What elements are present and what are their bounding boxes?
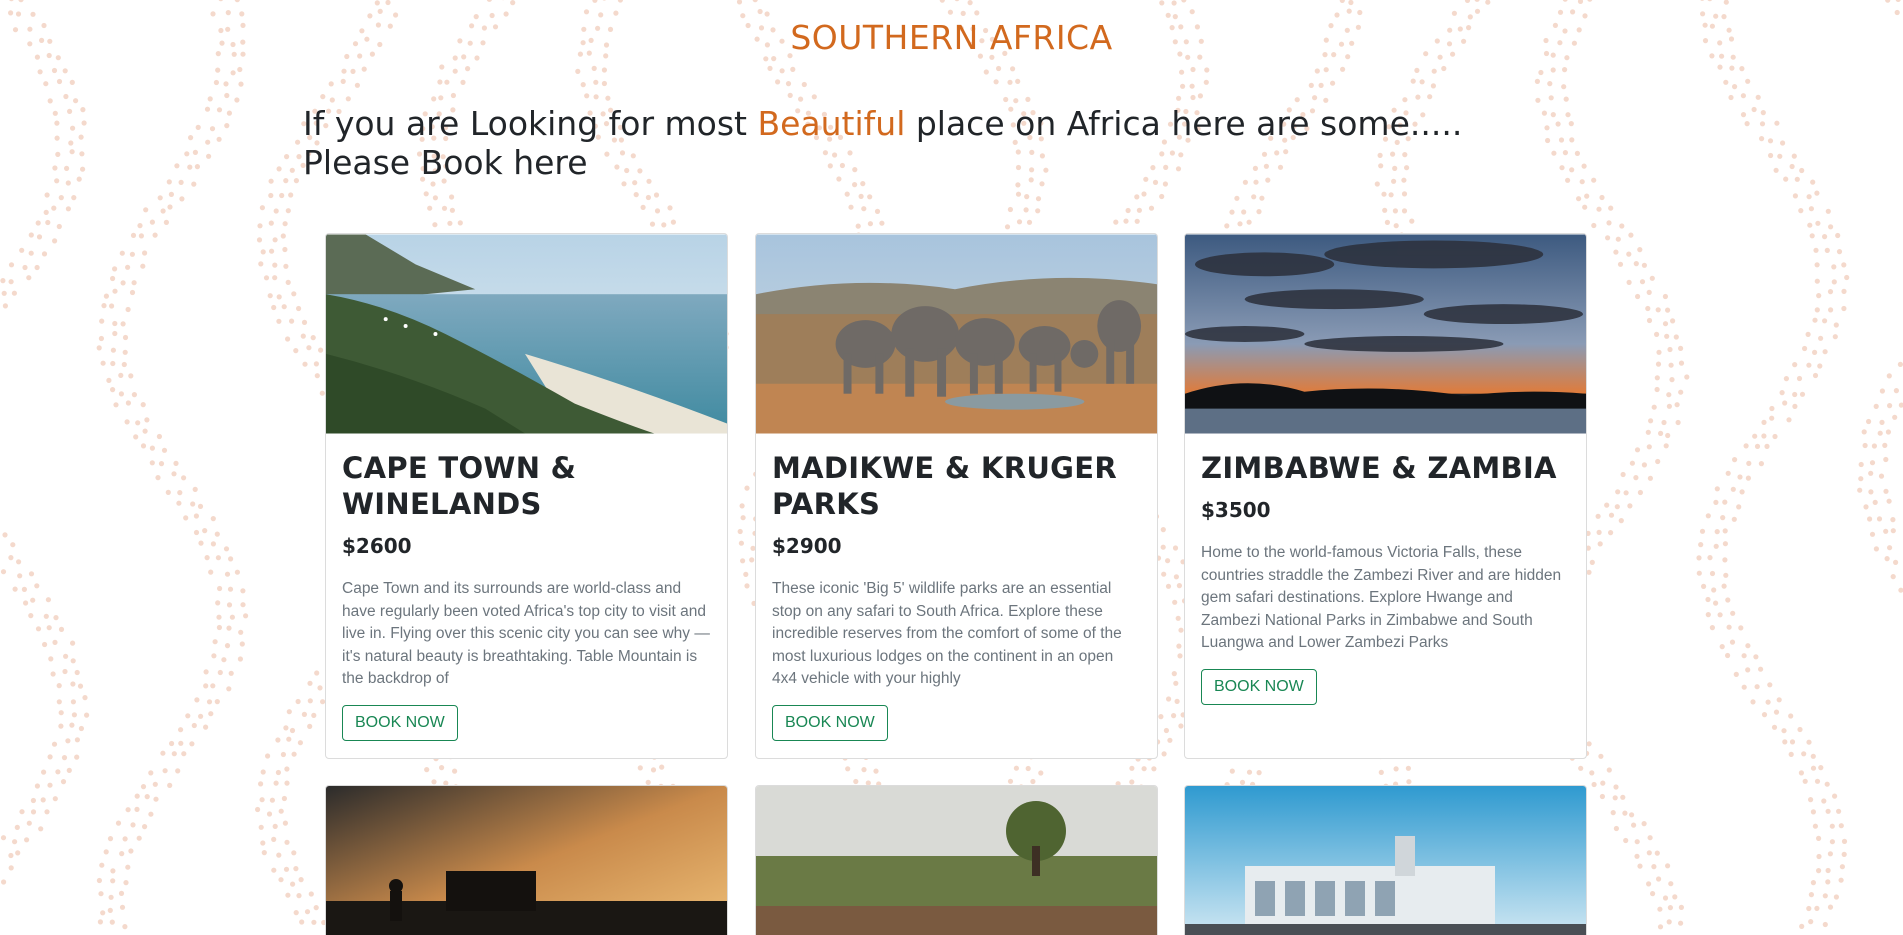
card-description: These iconic 'Big 5' wildlife parks are … (772, 580, 1122, 687)
safari-vehicle-sunset-image (326, 786, 727, 935)
tour-card-cape-town: CAPE TOWN & WINELANDS $2600 Cape Town an… (325, 233, 728, 759)
book-now-button[interactable]: BOOK NOW (342, 705, 458, 741)
region-title: SOUTHERN AFRICA (790, 18, 1113, 57)
card-price: $3500 (1201, 498, 1271, 522)
tagline: If you are Looking for most Beautiful pl… (303, 104, 1563, 182)
card-title: MADIKWE & KRUGER PARKS (772, 451, 1118, 521)
car-dealership-image (1185, 786, 1586, 935)
card-price: $2600 (342, 534, 412, 558)
card-description: Home to the world-famous Victoria Falls,… (1201, 544, 1562, 651)
card-description: Cape Town and its surrounds are world-cl… (342, 580, 710, 687)
tour-card-zimbabwe-zambia: ZIMBABWE & ZAMBIA $3500 Home to the worl… (1184, 233, 1587, 759)
savanna-landscape-image (756, 786, 1157, 935)
card-title: CAPE TOWN & WINELANDS (342, 451, 577, 521)
zambezi-sunset-image (1185, 234, 1586, 434)
tagline-highlight: Beautiful (757, 104, 906, 143)
tour-card-safari-sunset (325, 785, 728, 935)
page: SOUTHERN AFRICA If you are Looking for m… (0, 0, 1903, 935)
tour-card-car-dealership (1184, 785, 1587, 935)
card-title: ZIMBABWE & ZAMBIA (1201, 451, 1557, 485)
book-now-button[interactable]: BOOK NOW (772, 705, 888, 741)
tour-card-savanna (755, 785, 1158, 935)
tagline-text-before: If you are Looking for most (303, 104, 758, 143)
book-now-button[interactable]: BOOK NOW (1201, 669, 1317, 705)
elephants-waterhole-image (756, 234, 1157, 434)
tour-card-madikwe-kruger: MADIKWE & KRUGER PARKS $2900 These iconi… (755, 233, 1158, 759)
cape-town-coast-image (326, 234, 727, 434)
card-price: $2900 (772, 534, 842, 558)
